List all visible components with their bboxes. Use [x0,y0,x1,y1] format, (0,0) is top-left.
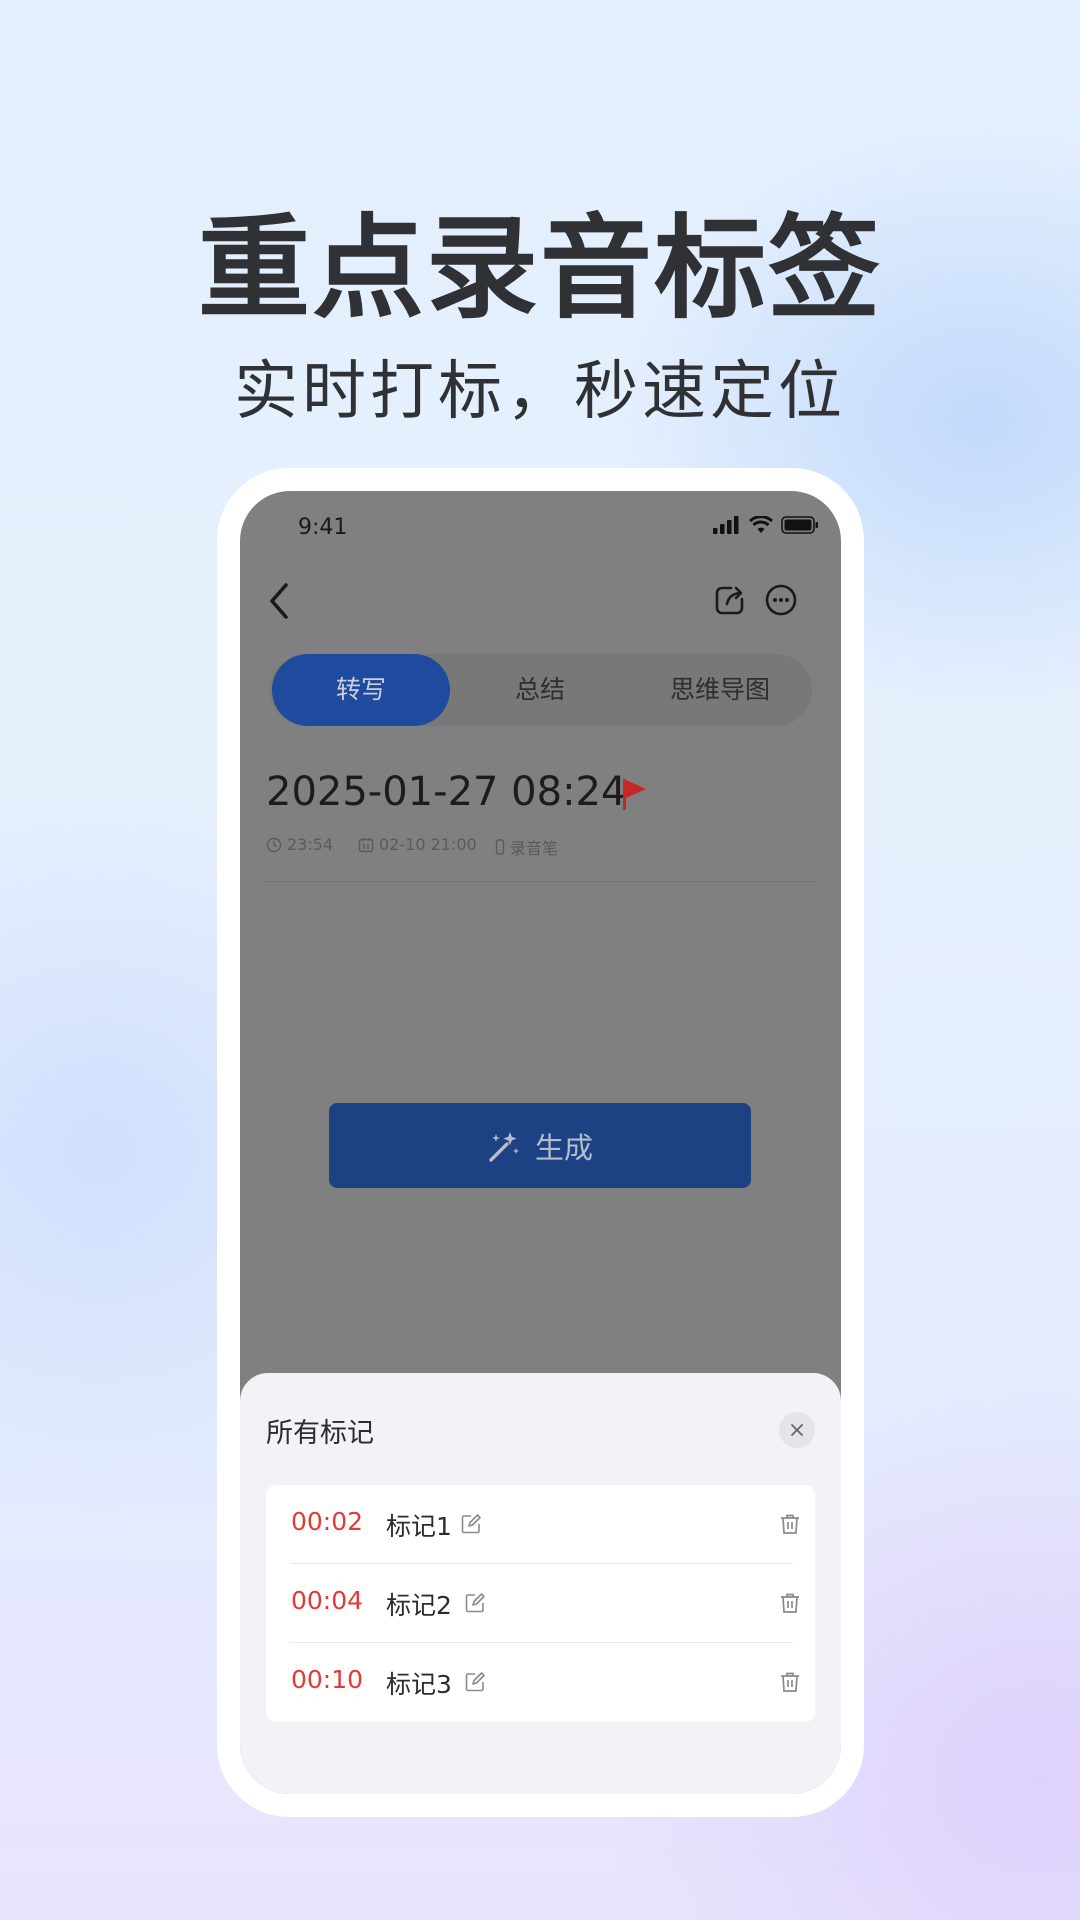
sheet-title: 所有标记 [266,1418,374,1449]
status-time: 9:41 [298,515,348,540]
divider [266,881,815,882]
trash-icon[interactable] [778,1591,802,1615]
battery-icon [781,516,818,534]
tab-bar: 转写 总结 思维导图 [270,654,812,726]
generate-button[interactable]: 生成 [329,1103,751,1188]
edit-icon[interactable] [464,1592,486,1614]
device-text: 录音笔 [510,839,559,858]
marks-sheet: 所有标记 00:02 标记1 00:04 标记2 00:10 标记3 [240,1373,841,1794]
tab-mindmap[interactable]: 思维导图 [630,654,810,726]
list-item[interactable]: 00:02 标记1 [266,1485,815,1564]
mark-time[interactable]: 00:10 [291,1665,363,1694]
hero-title: 重点录音标签 [198,204,882,334]
mark-time[interactable]: 00:04 [291,1586,363,1615]
more-icon[interactable] [764,583,798,617]
tab-transcribe[interactable]: 转写 [272,654,450,726]
flag-icon[interactable] [621,777,649,811]
share-icon[interactable] [713,583,747,617]
signal-icon [713,516,739,534]
duration-text: 23:54 [287,835,334,854]
trash-icon[interactable] [778,1670,802,1694]
marks-list: 00:02 标记1 00:04 标记2 00:10 标记3 [266,1485,815,1722]
list-item[interactable]: 00:10 标记3 [266,1643,815,1722]
meta-device: 录音笔 [495,835,558,859]
recording-title: 2025-01-27 08:24 [266,769,627,815]
edit-icon[interactable] [460,1513,482,1535]
mark-name: 标记3 [386,1670,452,1699]
phone-screen: 9:41 转写 总结 思维导图 2025-01-27 08:24 23:54 0… [240,491,841,1794]
calendar-icon [358,837,374,852]
hero-subtitle: 实时打标，秒速定位 [234,355,846,429]
generate-label: 生成 [534,1130,593,1165]
close-button[interactable] [779,1412,815,1448]
wifi-icon [749,516,773,533]
mark-name: 标记1 [386,1512,452,1541]
mark-time[interactable]: 00:02 [291,1507,363,1536]
tab-summary[interactable]: 总结 [450,654,630,726]
back-icon[interactable] [262,579,298,623]
trash-icon[interactable] [778,1512,802,1536]
clock-icon [266,837,282,852]
edit-icon[interactable] [464,1671,486,1693]
meta-duration: 23:54 [266,835,333,854]
recorder-pen-icon [495,839,505,855]
status-icons [713,516,819,534]
date-text: 02-10 21:00 [379,835,477,854]
mark-name: 标记2 [386,1591,452,1620]
list-item[interactable]: 00:04 标记2 [266,1564,815,1643]
magic-wand-icon [489,1131,519,1162]
phone-frame: 9:41 转写 总结 思维导图 2025-01-27 08:24 23:54 0… [217,468,864,1817]
meta-date: 02-10 21:00 [358,835,477,854]
close-icon [791,1424,803,1436]
